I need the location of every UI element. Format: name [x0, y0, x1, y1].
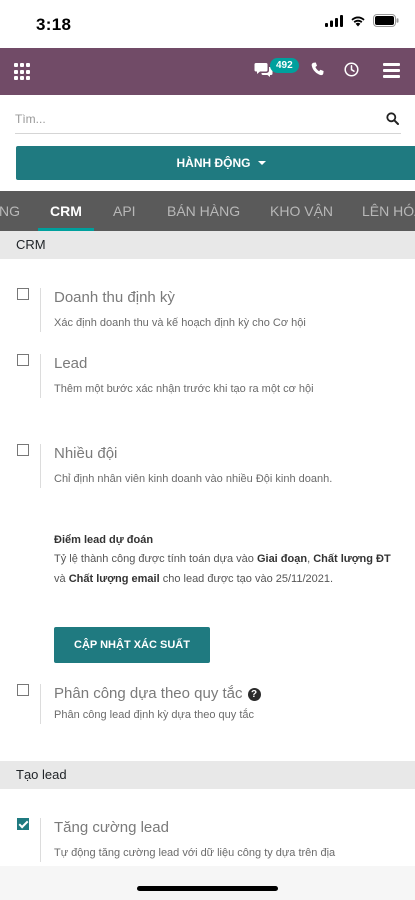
checkbox-rule-based-assignment[interactable] — [17, 684, 29, 696]
clock-icon[interactable] — [344, 62, 359, 77]
setting-description: Xác định doanh thu và kế hoạch định kỳ c… — [54, 317, 306, 329]
action-dropdown-button[interactable]: HÀNH ĐỘNG — [16, 146, 415, 180]
checkbox-lead-enrichment[interactable] — [17, 818, 29, 830]
checkbox-multi-teams[interactable] — [17, 444, 29, 456]
chat-count-badge: 492 — [270, 58, 299, 73]
search-bar — [15, 106, 401, 134]
setting-body: Tăng cường lead Tự động tăng cường lead … — [40, 818, 400, 862]
setting-title: Nhiều đội — [54, 445, 118, 462]
setting-description: Tự động tăng cường lead với dữ liệu công… — [54, 847, 336, 859]
checkbox-recurring-revenue[interactable] — [17, 288, 29, 300]
bottom-bar — [0, 866, 415, 900]
wifi-icon — [351, 16, 365, 26]
setting-title: Tăng cường lead — [54, 819, 169, 836]
predictive-description: Tỷ lệ thành công được tính toán dựa vào … — [54, 553, 391, 585]
setting-body: Phân công dựa theo quy tắc? Phân công le… — [40, 684, 400, 724]
search-icon[interactable] — [386, 112, 399, 125]
status-bar: 3:18 — [0, 0, 415, 48]
tab-api[interactable]: API — [113, 191, 136, 231]
setting-description: Chỉ định nhân viên kinh doanh vào nhiều … — [54, 473, 333, 485]
checkbox-lead[interactable] — [17, 354, 29, 366]
action-button-label: HÀNH ĐỘNG — [176, 156, 251, 170]
setting-description: Thêm một bước xác nhận trước khi tạo ra … — [54, 383, 314, 395]
tab-invoicing[interactable]: LÊN HÓA — [362, 191, 415, 231]
search-input[interactable] — [15, 106, 375, 132]
setting-body: Nhiều đội Chỉ định nhân viên kinh doanh … — [40, 444, 400, 488]
top-navbar: 492 — [0, 48, 415, 95]
status-icons — [325, 14, 399, 27]
predictive-title: Điểm lead dự đoán — [54, 534, 154, 546]
section-header-create-lead: Tạo lead — [0, 761, 415, 789]
hamburger-menu-icon[interactable] — [383, 63, 400, 78]
phone-icon[interactable] — [311, 62, 324, 76]
setting-body: Lead Thêm một bước xác nhận trước khi tạ… — [40, 354, 400, 398]
settings-tabs: NG CRM API BÁN HÀNG KHO VẬN LÊN HÓA — [0, 191, 415, 231]
apps-grid-icon[interactable] — [14, 63, 32, 81]
question-circle-icon[interactable]: ? — [247, 688, 261, 701]
predictive-lead-scoring: Điểm lead dự đoán Tỷ lệ thành công được … — [54, 532, 399, 589]
setting-title: Phân công dựa theo quy tắc? — [54, 684, 400, 704]
signal-icon — [325, 14, 343, 27]
caret-down-icon — [257, 161, 266, 165]
setting-description: Phân công lead định kỳ dựa theo quy tắc — [54, 709, 255, 721]
update-probability-button[interactable]: CẬP NHẬT XÁC SUẤT — [54, 627, 210, 663]
tab-ng[interactable]: NG — [0, 191, 20, 231]
section-header-crm: CRM — [0, 231, 415, 259]
tab-sales[interactable]: BÁN HÀNG — [167, 191, 240, 231]
setting-title: Doanh thu định kỳ — [54, 289, 175, 306]
home-indicator[interactable] — [137, 886, 278, 891]
tab-inventory[interactable]: KHO VẬN — [270, 191, 333, 231]
status-time: 3:18 — [36, 15, 72, 34]
setting-title: Lead — [54, 355, 88, 372]
tab-crm[interactable]: CRM — [38, 191, 94, 231]
setting-body: Doanh thu định kỳ Xác định doanh thu và … — [40, 288, 400, 332]
battery-icon — [373, 14, 399, 27]
